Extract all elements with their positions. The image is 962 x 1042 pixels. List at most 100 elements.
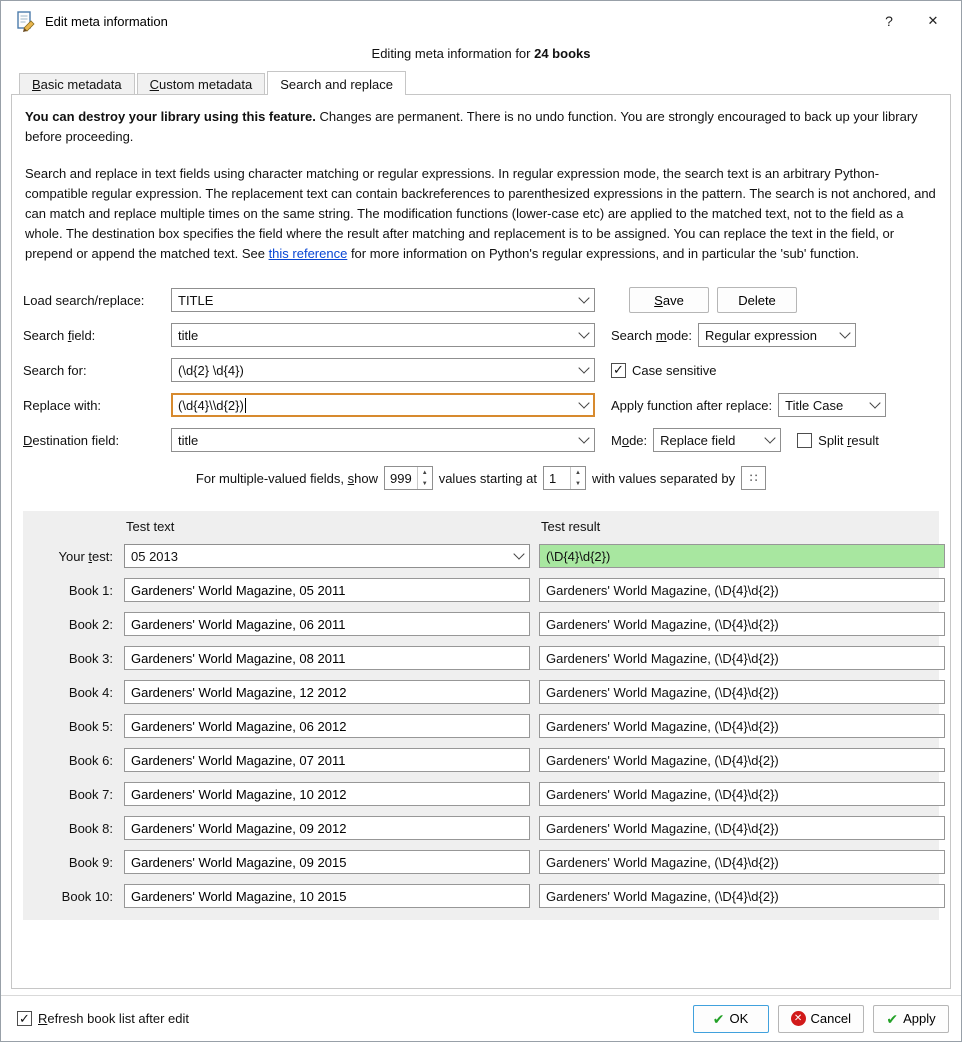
book-row-label: Book 7: [68, 786, 113, 802]
mode-label: Mode: [611, 432, 648, 448]
book-test-input[interactable] [124, 714, 530, 738]
book-row-label: Book 9: [68, 854, 113, 870]
cancel-label: Cancel [810, 1011, 851, 1026]
refresh-book-list-label: Refresh book list after edit [38, 1011, 190, 1026]
book-test-result: Gardeners' World Magazine, (\D{4}\d{2}) [539, 884, 945, 908]
apply-function-combobox[interactable]: Title Case [778, 393, 887, 417]
show-values-spinner[interactable]: 999 ▲ ▼ [384, 466, 433, 490]
case-sensitive-label: Case sensitive [632, 362, 717, 378]
ok-button[interactable]: ✔ OK [692, 1004, 769, 1033]
help-button[interactable]: ? [867, 5, 911, 37]
test-section: Test text Test result Your test: 05 2013… [23, 511, 945, 920]
cancel-x-icon: ✕ [790, 1011, 806, 1026]
load-buttons: Save Delete [629, 287, 797, 313]
search-replace-form: Load search/replace: TITLE Save Delete S… [23, 287, 939, 463]
reference-link[interactable]: this reference [269, 246, 348, 261]
show-values-value: 999 [390, 470, 412, 486]
tab-search-and-replace[interactable]: Search and replace [267, 71, 406, 95]
tab-custom-metadata[interactable]: Custom metadata [136, 73, 266, 94]
chevron-down-icon[interactable] [574, 324, 594, 346]
cancel-button[interactable]: ✕ Cancel [777, 1004, 864, 1033]
split-result-checkbox[interactable] [797, 432, 813, 448]
load-combobox[interactable]: TITLE [171, 288, 595, 312]
text-cursor [244, 397, 246, 413]
book-test-input[interactable] [124, 646, 530, 670]
load-label: Load search/replace: [23, 292, 145, 308]
search-for-value: (\d{2} \d{4}) [178, 362, 244, 378]
search-mode-group: Search mode: Regular expression [611, 323, 856, 347]
case-sensitive-checkbox[interactable] [611, 362, 626, 378]
apply-function-label: Apply function after replace: [611, 397, 773, 413]
book-test-result: Gardeners' World Magazine, (\D{4}\d{2}) [539, 816, 945, 840]
tab-basic-metadata[interactable]: Basic metadata [19, 73, 135, 94]
test-result-header: Test result [541, 519, 601, 534]
save-button[interactable]: Save [629, 287, 709, 313]
chevron-down-icon[interactable] [574, 289, 594, 311]
chevron-down-icon[interactable] [865, 394, 885, 416]
warning-bold: You can destroy your library using this … [25, 109, 316, 124]
book-test-input[interactable] [124, 680, 530, 704]
caption-book-count: 24 books [534, 46, 591, 61]
search-mode-combobox[interactable]: Regular expression [697, 323, 856, 347]
mode-combobox[interactable]: Replace field [653, 428, 782, 452]
search-mode-label: Search mode: [611, 327, 692, 343]
book-row-label: Book 6: [68, 752, 113, 768]
test-text-header: Test text [126, 519, 175, 534]
refresh-book-list-checkbox[interactable] [17, 1011, 32, 1026]
your-test-value: 05 2013 [131, 548, 178, 564]
book-test-input[interactable] [124, 612, 530, 636]
dialog-caption: Editing meta information for 24 books [1, 41, 961, 70]
book-test-result: Gardeners' World Magazine, (\D{4}\d{2}) [539, 782, 945, 806]
load-value: TITLE [178, 292, 214, 308]
description-text: Search and replace in text fields using … [25, 164, 937, 264]
book-test-input[interactable] [124, 748, 530, 772]
search-field-combobox[interactable]: title [171, 323, 595, 347]
replace-with-label: Replace with: [23, 397, 102, 413]
check-icon: ✔ [712, 1010, 725, 1027]
spinner-arrows-icon[interactable]: ▲ ▼ [416, 467, 432, 489]
apply-label: Apply [903, 1011, 936, 1026]
spinner-arrows-icon[interactable]: ▲ ▼ [569, 467, 585, 489]
titlebar: Edit meta information ? ✕ [1, 1, 961, 41]
start-at-spinner[interactable]: 1 ▲ ▼ [542, 466, 586, 490]
chevron-down-icon[interactable] [835, 324, 855, 346]
replace-with-value: (\d{4}\\d{2}) [178, 397, 244, 413]
book-test-result: Gardeners' World Magazine, (\D{4}\d{2}) [539, 714, 945, 738]
search-field-value: title [178, 327, 199, 343]
your-test-result: (\D{4}\d{2}) [539, 544, 945, 568]
destination-combobox[interactable]: title [171, 428, 595, 452]
separator-input[interactable]: ∷ [741, 466, 767, 490]
search-for-combobox[interactable]: (\d{2} \d{4}) [171, 358, 595, 382]
edit-meta-dialog: Edit meta information ? ✕ Editing meta i… [0, 0, 962, 1042]
book-test-result: Gardeners' World Magazine, (\D{4}\d{2}) [539, 612, 945, 636]
book-test-result: Gardeners' World Magazine, (\D{4}\d{2}) [539, 646, 945, 670]
book-row-label: Book 1: [68, 582, 113, 598]
book-row-label: Book 8: [68, 820, 113, 836]
book-test-input[interactable] [124, 884, 530, 908]
chevron-down-icon[interactable] [760, 429, 780, 451]
chevron-down-icon[interactable] [574, 429, 594, 451]
book-test-input[interactable] [124, 816, 530, 840]
description-part2: for more information on Python's regular… [347, 246, 860, 261]
your-test-label: Your test: [58, 548, 113, 564]
refresh-group: Refresh book list after edit [17, 1011, 189, 1026]
book-row-label: Book 3: [68, 650, 113, 666]
chevron-down-icon[interactable] [509, 545, 529, 567]
check-icon: ✔ [886, 1010, 899, 1027]
tab-bar: Basic metadata Custom metadata Search an… [1, 70, 961, 95]
book-test-input[interactable] [124, 850, 530, 874]
apply-button[interactable]: ✔ Apply [873, 1004, 949, 1033]
delete-button[interactable]: Delete [717, 287, 797, 313]
chevron-down-icon[interactable] [574, 394, 594, 416]
replace-with-combobox[interactable]: (\d{4}\\d{2}) [171, 393, 595, 417]
close-button[interactable]: ✕ [911, 5, 955, 37]
book-row-label: Book 4: [68, 684, 113, 700]
book-row-label: Book 5: [68, 718, 113, 734]
search-for-label: Search for: [23, 362, 87, 378]
chevron-down-icon[interactable] [574, 359, 594, 381]
multi-label-2: values starting at [438, 470, 537, 486]
book-test-input[interactable] [124, 578, 530, 602]
your-test-combobox[interactable]: 05 2013 [124, 544, 530, 568]
book-test-input[interactable] [124, 782, 530, 806]
book-test-result: Gardeners' World Magazine, (\D{4}\d{2}) [539, 748, 945, 772]
